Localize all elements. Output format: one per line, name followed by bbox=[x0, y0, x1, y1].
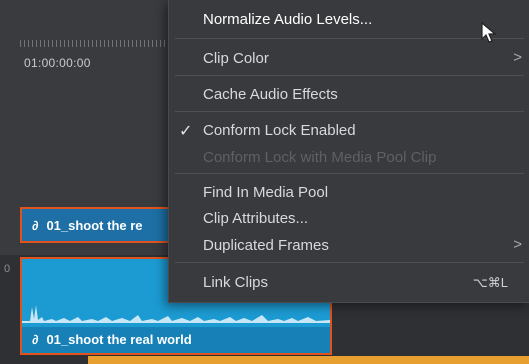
audio-clip-name: 01_shoot the real world bbox=[46, 332, 192, 347]
link-icon: ∂ bbox=[32, 332, 39, 347]
menu-item-duplicated-frames[interactable]: Duplicated Frames > bbox=[169, 233, 529, 257]
menu-item-cache-audio-effects[interactable]: Cache Audio Effects bbox=[169, 82, 529, 106]
menu-item-clip-color[interactable]: Clip Color > bbox=[169, 46, 529, 70]
video-clip[interactable]: ∂ 01_shoot the re bbox=[20, 207, 172, 243]
menu-item-clip-attributes[interactable]: Clip Attributes... bbox=[169, 206, 529, 230]
audio-clip-label: ∂ 01_shoot the real world bbox=[32, 332, 192, 347]
menu-item-find-in-media-pool[interactable]: Find In Media Pool bbox=[169, 180, 529, 204]
video-clip-name: 01_shoot the re bbox=[46, 218, 143, 233]
menu-separator bbox=[175, 262, 524, 263]
timeline-ruler[interactable] bbox=[20, 40, 170, 47]
mouse-pointer-icon bbox=[481, 22, 497, 43]
menu-item-conform-lock-enabled[interactable]: ✓ Conform Lock Enabled bbox=[169, 118, 529, 142]
menu-item-conform-lock-media-pool: Conform Lock with Media Pool Clip bbox=[203, 149, 437, 166]
clip-marker-strip bbox=[88, 356, 529, 364]
shortcut-label: ⌥⌘L bbox=[472, 275, 508, 290]
menu-separator bbox=[175, 38, 524, 39]
link-icon: ∂ bbox=[32, 218, 39, 233]
video-clip-label: ∂ 01_shoot the re bbox=[32, 218, 143, 233]
menu-item-normalize-audio-levels[interactable]: Normalize Audio Levels... bbox=[169, 7, 529, 31]
menu-item-link-clips[interactable]: Link Clips ⌥⌘L bbox=[169, 270, 529, 294]
chevron-right-icon: > bbox=[513, 236, 522, 253]
timecode-label: 01:00:00:00 bbox=[24, 56, 91, 70]
menu-separator bbox=[175, 111, 524, 112]
menu-separator bbox=[175, 173, 524, 174]
context-menu: Normalize Audio Levels... Clip Color > C… bbox=[168, 0, 529, 303]
checkmark-icon: ✓ bbox=[179, 123, 193, 140]
chevron-right-icon: > bbox=[513, 49, 522, 66]
track-number: 0 bbox=[4, 263, 11, 275]
menu-separator bbox=[175, 75, 524, 76]
audio-clip-footer: ∂ 01_shoot the real world bbox=[22, 327, 330, 353]
